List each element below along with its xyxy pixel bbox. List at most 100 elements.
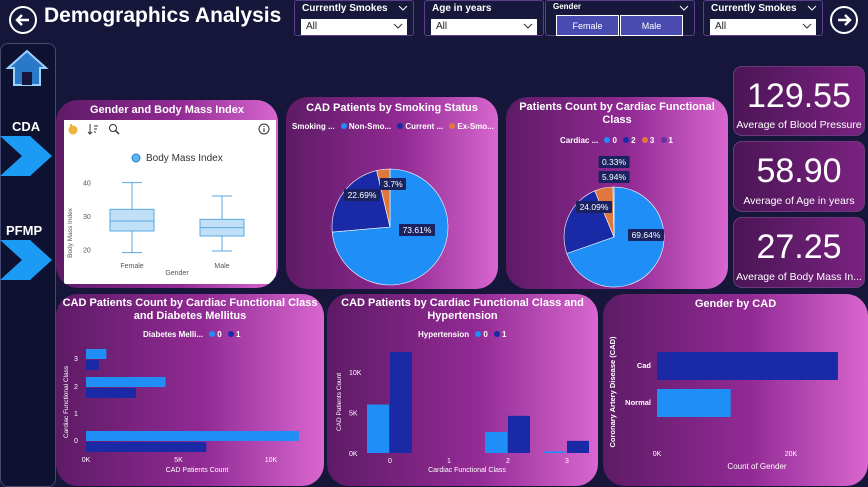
- card-diabetes: CAD Patients Count by Cardiac Functional…: [56, 294, 324, 486]
- x-axis-label: Count of Gender: [727, 462, 786, 471]
- legend-item: 0: [217, 330, 222, 339]
- legend-item: Non-Smo...: [348, 122, 392, 131]
- smoking-legend: Smoking ... Non-Smo... Current ... Ex-Sm…: [292, 122, 494, 131]
- y-tick-label: 1: [74, 411, 78, 418]
- kpi-caption: Average of Body Mass In...: [736, 271, 862, 283]
- chevron-down-icon[interactable]: [807, 3, 817, 13]
- legend-dot: [227, 331, 234, 337]
- y-axis-label: Body Mass Index: [67, 207, 74, 258]
- legend-item: Current ...: [405, 122, 444, 131]
- smoking-pie-chart: 73.61% 22.69% 3.7%: [331, 168, 449, 286]
- forward-button[interactable]: [830, 6, 858, 34]
- sidebar-item-label: CDA: [12, 119, 41, 134]
- x-tick-label: 3: [565, 458, 569, 465]
- x-tick-label: 1: [447, 458, 451, 465]
- sidebar-item-pfmp[interactable]: [0, 240, 52, 285]
- card-smoking-status: CAD Patients by Smoking Status Smoking .…: [286, 97, 498, 289]
- legend-title: Hypertension: [418, 330, 470, 339]
- y-axis-label: Coronary Artery Disease (CAD): [608, 336, 617, 448]
- data-label: 3.7%: [383, 179, 403, 189]
- gender-male-button[interactable]: Male: [620, 15, 683, 36]
- legend-dot: [475, 331, 482, 337]
- slicer-label: Currently Smokes: [711, 3, 797, 14]
- bar: [485, 432, 507, 453]
- y-tick-label: 0K: [349, 451, 358, 458]
- y-tick-label: 10K: [349, 370, 362, 377]
- bar: [86, 442, 207, 452]
- legend-dot: [660, 137, 667, 143]
- bar: [86, 431, 299, 441]
- sidebar-item-cda[interactable]: [0, 136, 52, 181]
- slicer-dropdown[interactable]: All: [431, 19, 537, 35]
- y-tick-label: Normal: [625, 398, 651, 407]
- chevron-down-icon[interactable]: [679, 3, 689, 13]
- cardiac-pie-chart: 69.64% 24.09% 5.94% 0.33%: [563, 156, 665, 288]
- kpi-age: 58.90 Average of Age in years: [733, 141, 865, 212]
- slicer-dropdown[interactable]: All: [710, 19, 816, 35]
- card-gender-cad: Gender by CAD Cad Normal 0K 20K Count of Gen…: [603, 294, 868, 486]
- kpi-value: 129.55: [747, 77, 851, 115]
- zoom-icon[interactable]: [108, 123, 120, 135]
- x-tick-label: 20K: [785, 451, 798, 458]
- legend-title: Diabetes Melli...: [143, 330, 204, 339]
- y-tick-label: 5K: [349, 411, 358, 418]
- sort-icon[interactable]: [87, 123, 99, 135]
- arrow-left-icon: [15, 14, 29, 26]
- card-cardiac-class: Patients Count by Cardiac Functional Cla…: [506, 97, 728, 289]
- diabetes-legend: Diabetes Melli... 0 1: [143, 330, 240, 339]
- y-tick-label: 40: [83, 181, 91, 188]
- legend-title: Cardiac ...: [560, 136, 599, 145]
- home-icon: [5, 49, 49, 86]
- y-tick-label: 30: [83, 214, 91, 221]
- slicer-currently-smokes-2[interactable]: Currently Smokes All: [703, 0, 823, 36]
- legend-dot: [641, 137, 648, 143]
- x-axis-label: CAD Patients Count: [166, 467, 229, 474]
- legend-item: 0: [483, 330, 488, 339]
- info-icon[interactable]: [258, 123, 270, 135]
- bar: [657, 352, 838, 380]
- slicer-currently-smokes[interactable]: Currently Smokes All: [294, 0, 414, 36]
- bar: [86, 388, 136, 398]
- legend-dot: [623, 137, 630, 143]
- gender-cad-bar-chart: Cad Normal 0K 20K Count of Gender Coronary Ar…: [608, 336, 838, 471]
- x-tick-label: 0K: [653, 451, 662, 458]
- card-title: Gender and Body Mass Index: [89, 104, 245, 116]
- legend-dot: [494, 331, 501, 337]
- slicer-value: All: [436, 21, 448, 32]
- hypertension-bar-chart: 0 1 2 3 10K 5K 0K Cardiac Functional Class CAD P…: [336, 352, 589, 474]
- slicer-value: All: [306, 21, 318, 32]
- x-tick-label: 0K: [82, 457, 91, 464]
- legend-item: 3: [649, 136, 655, 145]
- hand-icon[interactable]: [67, 123, 79, 135]
- y-tick-label: 0: [74, 438, 78, 445]
- kpi-value: 27.25: [756, 228, 842, 266]
- slicer-label: Age in years: [432, 3, 492, 14]
- y-tick-label: Cad: [637, 361, 652, 370]
- gender-female-button[interactable]: Female: [556, 15, 619, 36]
- kpi-blood-pressure: 129.55 Average of Blood Pressure: [733, 66, 865, 136]
- data-label: 5.94%: [602, 172, 627, 182]
- home-button[interactable]: [5, 48, 49, 93]
- slicer-age[interactable]: Age in years All: [424, 0, 544, 36]
- slicer-dropdown[interactable]: All: [301, 19, 407, 35]
- box: [109, 208, 155, 232]
- card-title: Gender by CAD: [694, 298, 777, 310]
- x-tick-label: 5K: [174, 457, 183, 464]
- data-label: 0.33%: [602, 157, 627, 167]
- x-tick-label: 10K: [265, 457, 278, 464]
- chevron-down-icon: [393, 23, 403, 29]
- card-title: CAD Patients by Cardiac Functional Class…: [341, 297, 584, 322]
- kpi-caption: Average of Blood Pressure: [736, 119, 862, 131]
- x-axis-label: Gender: [165, 270, 189, 277]
- legend-dot: [340, 123, 347, 129]
- slicer-value: All: [715, 21, 727, 32]
- y-axis-label: CAD Patients Count: [336, 373, 343, 431]
- back-button[interactable]: [9, 6, 37, 34]
- kpi-caption: Average of Age in years: [743, 195, 855, 207]
- bar: [567, 440, 589, 453]
- chevron-down-icon[interactable]: [398, 3, 408, 13]
- legend-dot: [209, 331, 216, 337]
- data-label: 22.69%: [348, 190, 377, 200]
- slicer-gender[interactable]: Gender Female Male: [545, 0, 695, 36]
- kpi-bmi: 27.25 Average of Body Mass In...: [733, 217, 865, 288]
